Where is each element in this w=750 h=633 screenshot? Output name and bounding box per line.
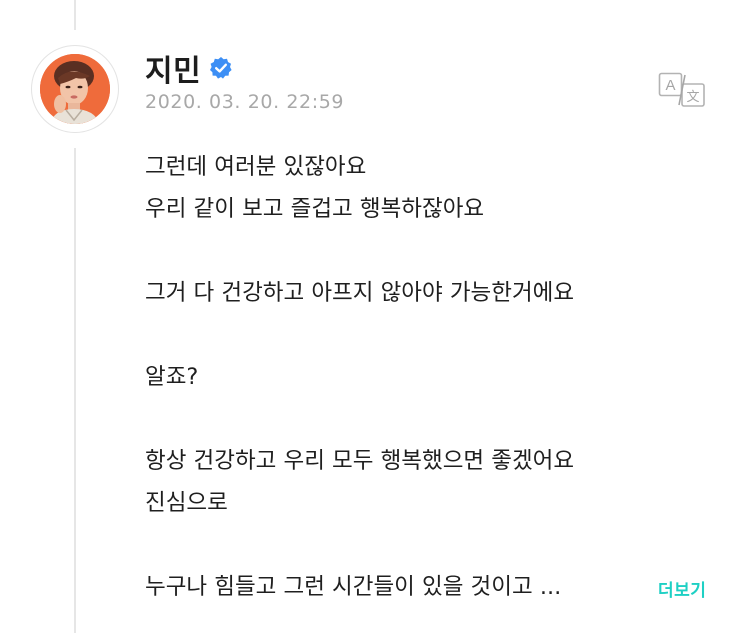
post-line-gap [145,398,645,440]
thread-line [74,148,76,633]
avatar-image [40,54,110,124]
avatar[interactable] [31,45,119,133]
svg-text:A: A [665,77,675,94]
post-timestamp: 2020. 03. 20. 22:59 [145,91,345,113]
post-line-gap [145,314,645,356]
post-header: 지민 2020. 03. 20. 22:59 [145,50,344,113]
author-row: 지민 [145,50,344,89]
svg-text:文: 文 [686,90,699,105]
translate-button[interactable]: A 文 [658,72,706,108]
thread-line-top [74,0,76,30]
post-line: 그런데 여러분 있잖아요 [145,154,367,180]
post-line: 진심으로 [145,490,228,516]
post-line: 알죠? [145,364,199,390]
post-line-gap [145,230,645,272]
post-line: 누구나 힘들고 그런 시간들이 있을 것이고 ... [145,574,562,600]
post-line: 그거 다 건강하고 아프지 않아야 가능한거에요 [145,280,575,306]
post-line: 우리 같이 보고 즐겁고 행복하잖아요 [145,196,485,222]
translate-icon: A 文 [658,72,705,107]
post-card: 지민 2020. 03. 20. 22:59 A 文 그런데 여러분 있잖아요 … [0,0,750,633]
read-more-link[interactable]: 더보기 [658,576,706,601]
author-name[interactable]: 지민 [145,46,201,90]
post-line: 항상 건강하고 우리 모두 행복했으면 좋겠어요 [145,448,575,474]
post-body: 그런데 여러분 있잖아요 우리 같이 보고 즐겁고 행복하잖아요 그거 다 건강… [145,146,645,608]
post-line-gap [145,524,645,566]
verified-badge-icon [209,56,233,80]
